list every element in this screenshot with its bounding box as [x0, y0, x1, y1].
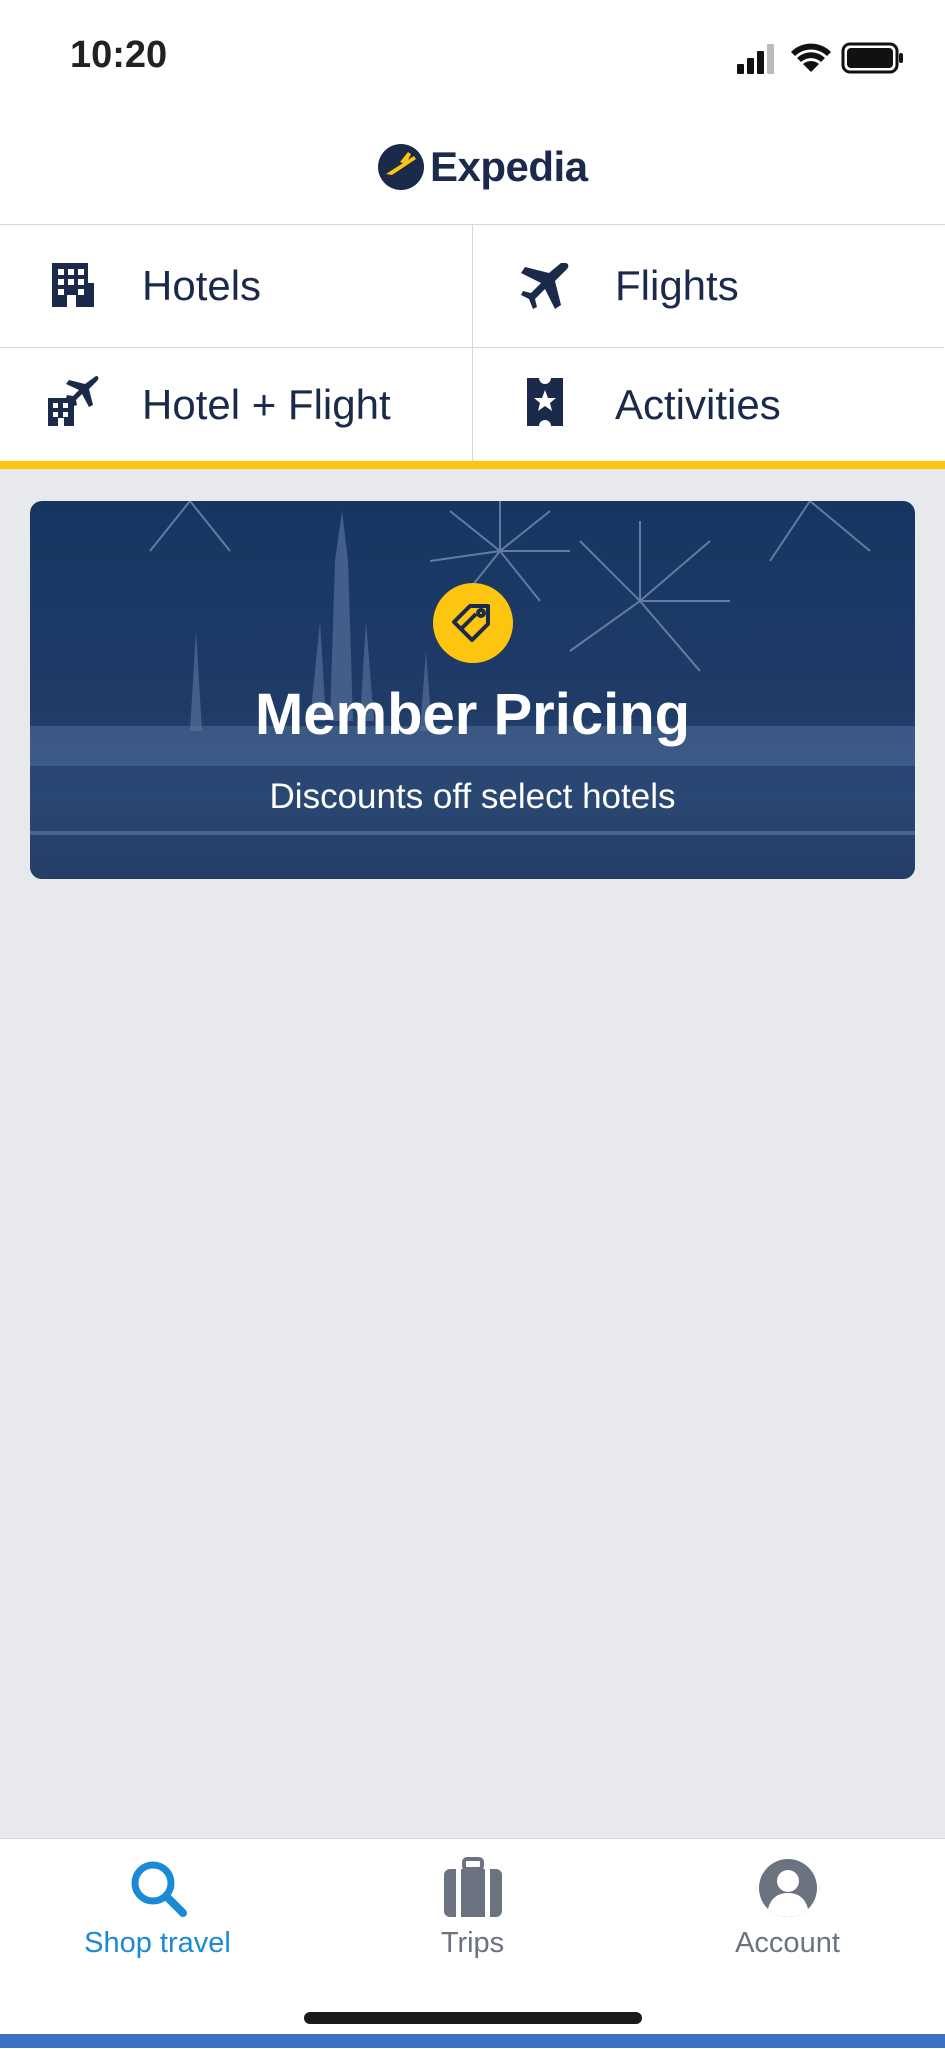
tab-shop-travel[interactable]: Shop travel	[0, 1857, 315, 1967]
expedia-globe-icon	[378, 144, 424, 190]
product-nav-grid: Hotels Flights Hotel + Flight Activities	[0, 225, 945, 461]
hotel-flight-icon	[48, 376, 99, 426]
logo-text: Expedia	[430, 143, 588, 190]
battery-icon	[841, 42, 903, 74]
tab-account-label: Account	[735, 1927, 840, 1959]
tab-account[interactable]: Account	[630, 1857, 945, 1967]
expedia-logo: Expedia	[378, 138, 588, 196]
nav-hotel-flight[interactable]: Hotel + Flight	[0, 347, 472, 461]
briefcase-icon	[443, 1857, 502, 1917]
price-tags-icon	[452, 604, 490, 642]
nav-hotels-label: Hotels	[142, 262, 262, 309]
account-icon	[758, 1859, 817, 1917]
banner-subtitle: Discounts off select hotels	[269, 777, 676, 816]
nav-hotels[interactable]: Hotels	[0, 225, 472, 347]
app-header: Expedia	[0, 110, 945, 225]
status-bar: 10:20	[0, 0, 945, 110]
tab-shop-travel-label: Shop travel	[84, 1927, 231, 1959]
search-icon	[131, 1861, 187, 1917]
tab-trips[interactable]: Trips	[315, 1857, 630, 1967]
status-icons	[737, 40, 907, 81]
nav-flights[interactable]: Flights	[472, 225, 944, 347]
status-time: 10:20	[70, 34, 168, 76]
nav-flights-label: Flights	[615, 262, 739, 309]
bottom-edge-strip	[0, 2034, 945, 2048]
nav-accent-bar	[0, 461, 945, 469]
wifi-icon	[791, 43, 831, 72]
nav-activities[interactable]: Activities	[472, 347, 944, 461]
tab-trips-label: Trips	[440, 1927, 505, 1959]
nav-activities-label: Activities	[615, 380, 781, 428]
member-pricing-banner[interactable]: Member Pricing Discounts off select hote…	[30, 501, 915, 879]
home-indicator	[304, 2012, 642, 2024]
signal-icon	[737, 44, 774, 74]
ticket-star-icon	[527, 378, 563, 426]
banner-title: Member Pricing	[254, 682, 691, 747]
price-tags-badge	[433, 583, 513, 663]
airplane-icon	[521, 263, 569, 309]
nav-hotel-flight-label: Hotel + Flight	[142, 380, 391, 428]
hotel-icon	[52, 263, 94, 307]
